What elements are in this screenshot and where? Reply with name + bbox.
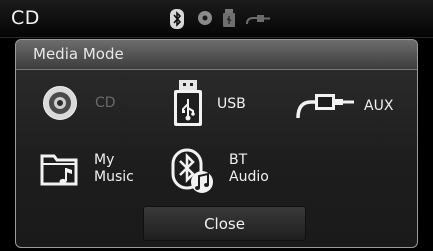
media-item-aux[interactable]: AUX [295, 90, 405, 120]
media-item-bt-audio-label-line2: Audio [229, 169, 269, 185]
close-button[interactable]: Close [143, 206, 306, 241]
status-bar: CD [0, 0, 433, 38]
cd-disc-icon [43, 86, 77, 120]
bluetooth-icon [170, 9, 184, 29]
media-item-bt-audio-label-line1: BT [229, 152, 248, 168]
media-item-my-music[interactable]: My Music [40, 150, 150, 194]
media-item-usb[interactable]: USB [174, 80, 274, 128]
usb-icon [223, 9, 235, 27]
close-button-label: Close [204, 214, 245, 233]
popup-header: Media Mode [16, 40, 417, 70]
media-item-usb-label: USB [217, 96, 246, 112]
media-item-cd[interactable]: CD [42, 85, 142, 125]
aux-icon [246, 15, 270, 25]
cd-icon [198, 11, 212, 25]
media-item-my-music-label-line2: Music [94, 169, 134, 185]
media-item-aux-label: AUX [364, 98, 394, 114]
folder-music-icon [40, 154, 78, 186]
bluetooth-music-icon [171, 148, 213, 193]
media-mode-popup: Media Mode CD USB AUX My Music BT Audio … [15, 39, 418, 248]
media-item-cd-label: CD [95, 95, 116, 111]
media-item-bt-audio[interactable]: BT Audio [171, 148, 291, 194]
aux-cable-icon [296, 94, 354, 119]
usb-icon [174, 80, 202, 126]
media-mode-screen: CD Media Mode CD USB AUX My Music BT Aud… [0, 0, 433, 251]
app-title: CD [11, 7, 40, 29]
popup-title: Media Mode [33, 45, 124, 63]
media-item-my-music-label-line1: My [94, 152, 115, 168]
